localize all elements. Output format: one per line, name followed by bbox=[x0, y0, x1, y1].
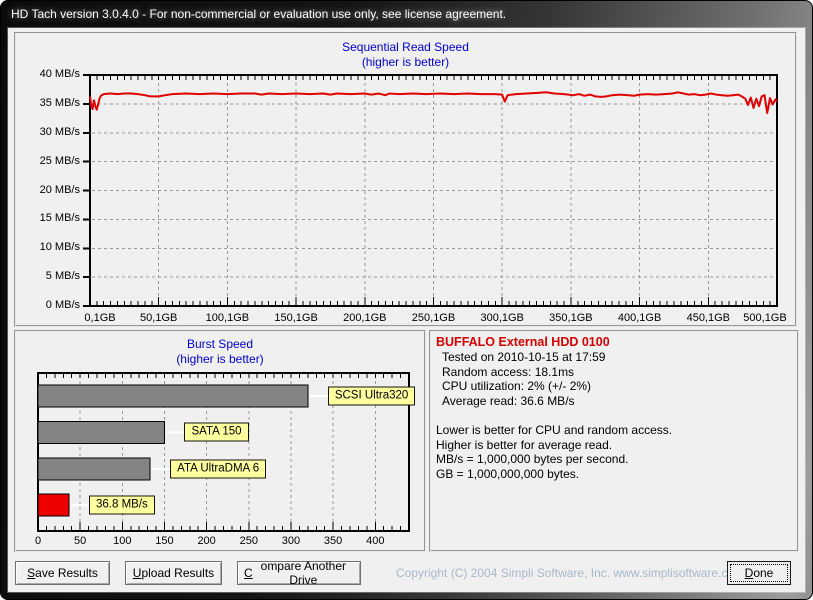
sequential-read-plot bbox=[83, 74, 778, 307]
burst-speed-subtitle: (higher is better) bbox=[176, 352, 264, 366]
burst-speed-panel: Burst Speed (higher is better) SCSI Ultr… bbox=[14, 330, 426, 552]
burst-x-tick-label: 400 bbox=[366, 535, 385, 547]
seq-x-tick-label: 0,1GB bbox=[84, 312, 116, 324]
drive-info-panel: BUFFALO External HDD 0100 Tested on 2010… bbox=[429, 330, 799, 552]
done-button[interactable]: Done bbox=[727, 561, 791, 585]
window-title: HD Tach version 3.0.4.0 - For non-commer… bbox=[11, 7, 507, 21]
seq-x-tick-label: 400,1GB bbox=[617, 312, 662, 324]
seq-x-tick-label: 250,1GB bbox=[411, 312, 456, 324]
drive-info-lines: Tested on 2010-10-15 at 17:59 Random acce… bbox=[436, 350, 792, 481]
burst-bar bbox=[37, 420, 165, 444]
burst-bar bbox=[37, 493, 70, 517]
seq-y-tick-label: 10 MB/s bbox=[39, 241, 80, 254]
drive-info-line: Tested on 2010-10-15 at 17:59 bbox=[442, 350, 606, 364]
seq-y-tick-label: 30 MB/s bbox=[39, 125, 80, 138]
drive-info-line: Average read: 36.6 MB/s bbox=[442, 393, 575, 408]
burst-bar-label: ATA UltraDMA 6 bbox=[170, 459, 267, 479]
sequential-read-panel: Sequential Read Speed (higher is better)… bbox=[14, 32, 797, 327]
seq-y-tick-label: 20 MB/s bbox=[39, 183, 80, 196]
sequential-read-title: Sequential Read Speed bbox=[342, 40, 469, 54]
burst-bar bbox=[37, 384, 309, 408]
seq-y-tick-label: 5 MB/s bbox=[45, 270, 80, 283]
drive-info-line: Lower is better for CPU and random acces… bbox=[436, 422, 673, 437]
app-window: HD Tach version 3.0.4.0 - For non-commer… bbox=[0, 0, 813, 600]
drive-info-line: Higher is better for average read. bbox=[436, 437, 613, 452]
upload-results-button[interactable]: Upload Results bbox=[125, 561, 222, 585]
seq-x-tick-label: 300,1GB bbox=[480, 312, 524, 324]
copyright-text: Copyright (C) 2004 Simpli Software, Inc.… bbox=[396, 566, 745, 580]
title-bar[interactable]: HD Tach version 3.0.4.0 - For non-commer… bbox=[0, 0, 813, 28]
drive-name: BUFFALO External HDD 0100 bbox=[436, 335, 610, 349]
sequential-read-subtitle: (higher is better) bbox=[361, 55, 450, 69]
seq-x-tick-label: 50,1GB bbox=[140, 312, 178, 324]
compare-another-drive-button[interactable]: Compare Another Drive bbox=[237, 559, 361, 587]
seq-x-tick-label: 350,1GB bbox=[549, 312, 593, 324]
seq-x-tick-label: 150,1GB bbox=[274, 312, 318, 324]
seq-x-tick-label: 450,1GB bbox=[686, 312, 730, 324]
burst-bar bbox=[37, 457, 151, 481]
seq-y-tick-label: 15 MB/s bbox=[39, 212, 80, 225]
burst-bar-label: SATA 150 bbox=[184, 422, 249, 442]
burst-bar-label: 36.8 MB/s bbox=[89, 495, 155, 515]
seq-y-tick-label: 25 MB/s bbox=[39, 154, 80, 167]
burst-speed-plot: SCSI Ultra320 SATA 150 ATA UltraDMA 6 36.8 … bbox=[37, 372, 416, 532]
seq-x-tick-label: 500,1GB bbox=[743, 312, 787, 324]
drive-info-line: Random access: 18.1ms bbox=[442, 364, 575, 379]
client-area: Sequential Read Speed (higher is better)… bbox=[8, 28, 805, 592]
seq-y-tick-label: 35 MB/s bbox=[39, 96, 80, 109]
drive-info-line: CPU utilization: 2% (+/- 2%) bbox=[442, 379, 592, 394]
seq-x-tick-label: 100,1GB bbox=[205, 312, 250, 324]
screen: HD Tach version 3.0.4.0 - For non-commer… bbox=[0, 0, 813, 600]
drive-info-line bbox=[436, 408, 792, 423]
seq-y-tick-label: 0 MB/s bbox=[45, 299, 80, 311]
burst-bar-label: SCSI Ultra320 bbox=[327, 386, 416, 406]
drive-info-line: GB = 1,000,000,000 bytes. bbox=[436, 466, 580, 481]
burst-speed-title: Burst Speed bbox=[186, 337, 254, 351]
seq-y-tick-label: 40 MB/s bbox=[39, 68, 80, 80]
seq-x-tick-label: 200,1GB bbox=[343, 312, 387, 324]
save-results-button[interactable]: Save Results bbox=[15, 561, 110, 585]
drive-info-line: MB/s = 1,000,000 bytes per second. bbox=[436, 452, 629, 467]
